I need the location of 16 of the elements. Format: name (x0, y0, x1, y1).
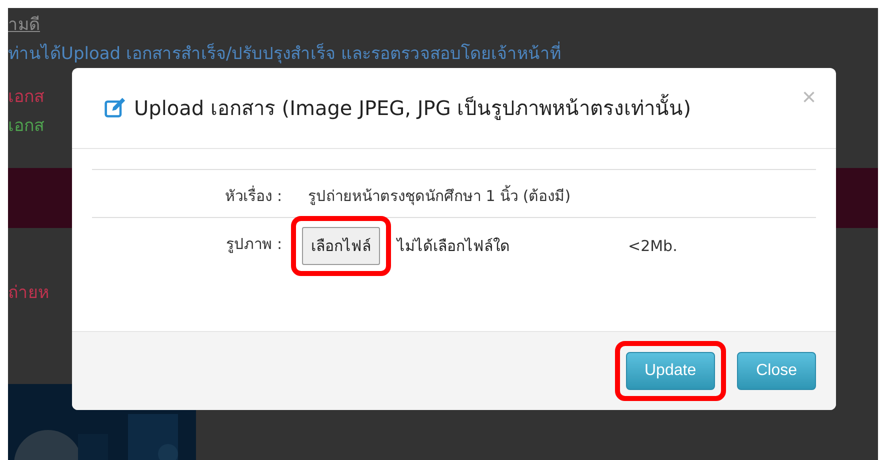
dialog-button[interactable]: Close (737, 352, 816, 390)
edit-icon (104, 97, 126, 119)
close-button[interactable]: × (802, 86, 816, 110)
dialog-button[interactable]: Update (626, 352, 716, 390)
field-value: รูปถ่ายหน้าตรงชุดนักศึกษา 1 นิ้ว (ต้องมี) (307, 184, 572, 208)
file-status: ไม่ได้เลือกไฟล์ใด (397, 236, 510, 257)
page-link[interactable]: ามดี (8, 10, 40, 37)
dialog-title: Upload เอกสาร (Image JPEG, JPG เป็นรูปภาพหน้าตรงเท่านั้น) (134, 92, 692, 124)
field-label: รูปภาพ : (225, 234, 283, 255)
page-text: เอกส (8, 86, 44, 109)
page-text: ถ่ายห (8, 283, 49, 303)
size-hint: <2Mb. (628, 237, 678, 255)
field-label: หัวเรื่อง : (224, 184, 283, 207)
choose-file-button[interactable]: เลือกไฟล์ (302, 227, 380, 265)
page-text: ท่านได้Upload เอกสารสำเร็จ/ปรับปรุงสำเร็จ และรอตรวจสอบโดยเจ้าหน้าที่ (8, 39, 562, 66)
page-text: เอกส (8, 115, 44, 138)
